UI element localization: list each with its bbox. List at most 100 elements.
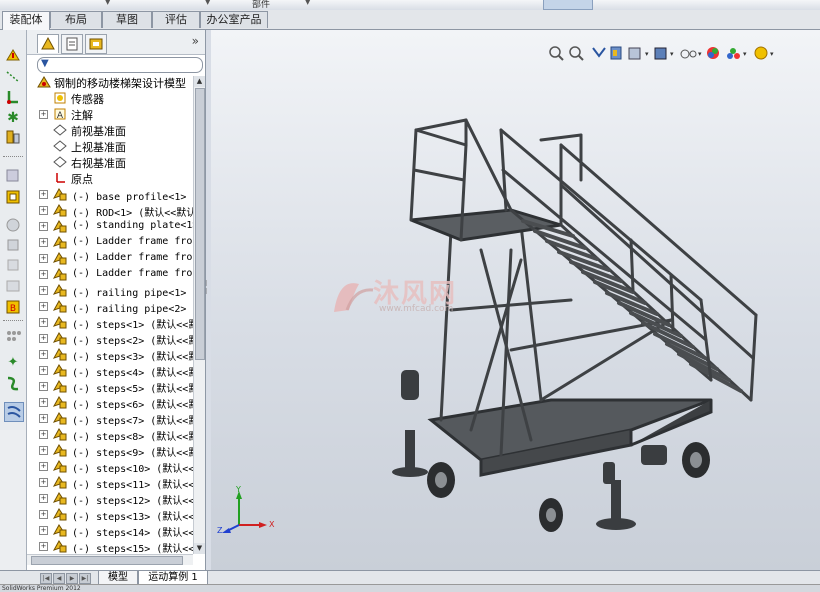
prev-tab-icon[interactable]: ◀ <box>53 573 65 584</box>
tree-item[interactable]: + (-) steps<3> (默认<<默 <box>27 346 193 363</box>
tree-item[interactable]: + (-) steps<7> (默认<<默 <box>27 410 193 427</box>
tab-motion-study[interactable]: 运动算例 1 <box>138 571 208 585</box>
view-orientation-icon[interactable]: ▾ <box>628 47 649 60</box>
filter-icon[interactable]: ▼ <box>41 58 49 69</box>
expand-icon[interactable]: + <box>39 270 48 279</box>
section-view-icon[interactable] <box>610 46 622 60</box>
new-motion-study-icon[interactable] <box>4 276 22 294</box>
tree-item[interactable]: + (-) Ladder frame front <box>27 266 193 282</box>
tree-item[interactable]: + (-) steps<9> (默认<<默 <box>27 442 193 459</box>
hide-show-items-icon[interactable]: ▾ <box>680 49 702 59</box>
menu-parts[interactable]: 部件 <box>252 0 270 10</box>
tree-item[interactable]: + (-) railing pipe<1> (默 <box>27 282 193 299</box>
first-tab-icon[interactable]: |◀ <box>40 573 52 584</box>
expand-icon[interactable]: + <box>39 350 48 359</box>
expand-icon[interactable]: + <box>39 430 48 439</box>
tree-item[interactable]: + (-) Ladder frame front <box>27 250 193 266</box>
next-tab-icon[interactable]: ▶ <box>66 573 78 584</box>
tab-model[interactable]: 模型 <box>98 571 138 585</box>
tab-sketch[interactable]: 草图 <box>102 11 152 28</box>
highlight-button[interactable] <box>543 0 593 10</box>
tree-item[interactable]: + (-) steps<15> (默认<<默 <box>27 538 193 554</box>
tree-item[interactable]: + (-) railing pipe<2> (默 <box>27 298 193 315</box>
expand-icon[interactable]: + <box>39 318 48 327</box>
tree-item[interactable]: + (-) steps<5> (默认<<默 <box>27 378 193 395</box>
snapshot-icon[interactable] <box>4 402 24 422</box>
explode-icon[interactable]: ✱ <box>4 108 22 126</box>
expand-icon[interactable]: + <box>39 510 48 519</box>
property-manager-icon[interactable] <box>61 34 83 54</box>
tree-item[interactable]: + (-) ROD<1> (默认<<默认 <box>27 202 193 219</box>
tree-item[interactable]: 上视基准面 <box>27 138 193 154</box>
tree-item[interactable]: + (-) standing plate<1> <box>27 218 193 234</box>
expand-icon[interactable]: + <box>39 478 48 487</box>
scroll-thumb[interactable] <box>195 88 205 360</box>
tree-item[interactable]: 传感器 <box>27 90 193 106</box>
tree-item[interactable]: + (-) Ladder frame front <box>27 234 193 250</box>
expand-icon[interactable]: + <box>39 526 48 535</box>
graphics-viewport[interactable]: ▾ ▾ ▾ ▾ ▾ 沐风网 www.mfcad.com Y X Z <box>211 30 820 570</box>
expand-icon[interactable]: + <box>39 206 48 215</box>
collapse-button[interactable]: » <box>192 34 199 48</box>
expand-icon[interactable]: + <box>39 542 48 551</box>
feature-manager-icon[interactable] <box>37 34 59 53</box>
expand-icon[interactable]: + <box>39 110 48 119</box>
tree-item[interactable]: 前视基准面 <box>27 122 193 138</box>
rotate-component-icon[interactable] <box>4 216 22 234</box>
scroll-up-arrow-icon[interactable]: ▲ <box>194 76 205 87</box>
tree-item[interactable]: + (-) steps<10> (默认<<默 <box>27 458 193 475</box>
tree-horizontal-scrollbar[interactable] <box>27 554 193 565</box>
expand-icon[interactable]: + <box>39 366 48 375</box>
view-settings-icon[interactable]: ▾ <box>754 46 774 60</box>
expand-icon[interactable]: + <box>39 398 48 407</box>
tab-assembly[interactable]: 装配体 <box>2 11 50 30</box>
chevron-down-icon[interactable]: ▼ <box>205 0 210 6</box>
tree-item[interactable]: + (-) steps<12> (默认<<默 <box>27 490 193 507</box>
expand-icon[interactable]: + <box>39 494 48 503</box>
tree-item[interactable]: + (-) base profile<1> (默 <box>27 186 193 203</box>
linear-pattern-icon[interactable] <box>4 68 22 86</box>
tree-item[interactable]: + A 注解 <box>27 106 193 122</box>
move-component-icon[interactable] <box>4 188 22 206</box>
tree-item[interactable]: + (-) steps<8> (默认<<默 <box>27 426 193 443</box>
instant3d-icon[interactable] <box>4 374 22 392</box>
expand-icon[interactable]: + <box>39 190 48 199</box>
configuration-manager-icon[interactable] <box>85 34 107 54</box>
previous-view-icon[interactable] <box>592 47 606 58</box>
expand-icon[interactable]: + <box>39 334 48 343</box>
exploded-view-icon[interactable] <box>4 326 22 344</box>
expand-icon[interactable]: + <box>39 446 48 455</box>
assembly-features-icon[interactable] <box>4 236 22 254</box>
tab-evaluate[interactable]: 评估 <box>152 11 200 28</box>
expand-icon[interactable]: + <box>39 382 48 391</box>
scroll-thumb-horizontal[interactable] <box>31 556 183 565</box>
smart-fastener-icon[interactable] <box>4 88 22 106</box>
tab-layout[interactable]: 布局 <box>50 11 102 28</box>
chevron-down-icon[interactable]: ▼ <box>105 0 110 6</box>
tree-filter-input[interactable]: ▼ <box>37 57 203 73</box>
apply-scene-icon[interactable]: ▾ <box>727 48 747 59</box>
display-style-icon[interactable]: ▾ <box>654 47 674 60</box>
expand-icon[interactable]: + <box>39 254 48 263</box>
expand-icon[interactable]: + <box>39 222 48 231</box>
tree-vertical-scrollbar[interactable]: ▲ ▼ <box>193 76 205 554</box>
tree-root[interactable]: 钢制的移动楼梯架设计模型 <box>27 74 193 90</box>
expand-icon[interactable]: + <box>39 286 48 295</box>
expand-icon[interactable]: + <box>39 414 48 423</box>
tree-item[interactable]: + (-) steps<14> (默认<<默 <box>27 522 193 539</box>
tree-item[interactable]: + (-) steps<2> (默认<<默 <box>27 330 193 347</box>
hide-show-icon[interactable] <box>4 166 22 184</box>
tree-item[interactable]: 右视基准面 <box>27 154 193 170</box>
edit-appearance-icon[interactable] <box>707 47 719 59</box>
tree-item[interactable]: 原点 <box>27 170 193 186</box>
tree-item[interactable]: + (-) steps<4> (默认<<默 <box>27 362 193 379</box>
zoom-to-fit-icon[interactable] <box>549 46 564 61</box>
tree-item[interactable]: + (-) steps<13> (默认<<默 <box>27 506 193 523</box>
reference-geometry-icon[interactable] <box>4 256 22 274</box>
tree-item[interactable]: + (-) steps<11> (默认<<默 <box>27 474 193 491</box>
expand-icon[interactable]: + <box>39 462 48 471</box>
scroll-down-arrow-icon[interactable]: ▼ <box>194 543 205 554</box>
zoom-to-area-icon[interactable] <box>569 46 584 61</box>
expand-icon[interactable]: + <box>39 302 48 311</box>
chevron-down-icon[interactable]: ▼ <box>305 0 310 6</box>
